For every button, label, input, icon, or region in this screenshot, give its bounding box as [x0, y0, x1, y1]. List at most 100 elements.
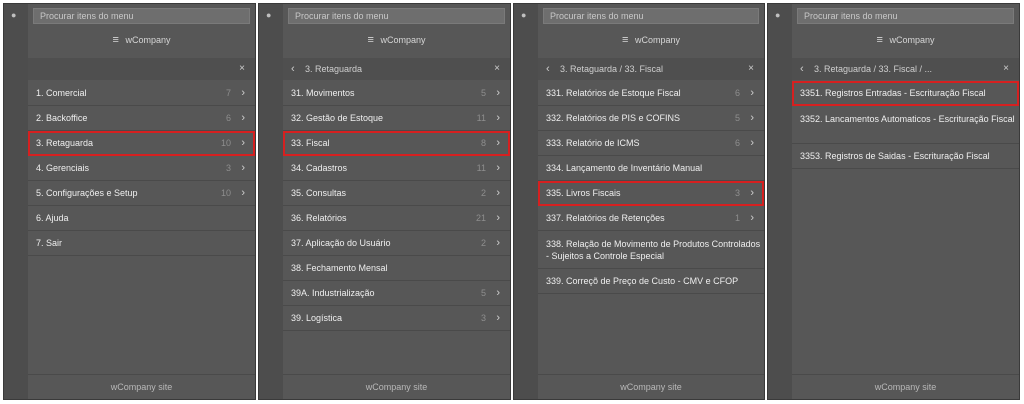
menu-item[interactable]: 31. Movimentos 5 › [283, 81, 510, 106]
menu-item[interactable]: 3352. Lancamentos Automaticos - Escritur… [792, 106, 1019, 144]
close-icon[interactable]: × [1003, 58, 1009, 80]
close-icon[interactable]: × [748, 58, 754, 80]
menu-item[interactable]: 337. Relatórios de Retenções 1 › [538, 206, 764, 231]
menu-item-label: 35. Consultas [291, 188, 347, 198]
home-icon[interactable]: ● [266, 10, 271, 20]
menu-item-label: 31. Movimentos [291, 88, 355, 98]
menu-list: 31. Movimentos 5 › 32. Gestão de Estoque 11 ›… [283, 81, 510, 331]
screenshot-root: ● Procurar itens do menu ≡ wCompany × 1.… [0, 0, 1024, 404]
search-input[interactable]: Procurar itens do menu [543, 8, 759, 24]
hamburger-icon[interactable]: ≡ [113, 34, 119, 46]
footer-link[interactable]: wCompany site [28, 374, 255, 399]
menu-item[interactable]: 32. Gestão de Estoque 11 › [283, 106, 510, 131]
menu-item[interactable]: 338. Relação de Movimento de Produtos Co… [538, 231, 764, 269]
home-icon[interactable]: ● [521, 10, 526, 20]
back-chevron-icon[interactable]: ‹ [800, 58, 804, 80]
menu-item-count: 10 [220, 188, 231, 198]
menu-item-label: 3352. Lancamentos Automaticos - Escritur… [800, 114, 1015, 124]
app-title: wCompany [889, 35, 935, 45]
menu-item-count: 1 [734, 213, 740, 223]
back-chevron-icon[interactable]: ‹ [291, 58, 295, 80]
home-icon[interactable]: ● [11, 10, 16, 20]
hamburger-icon[interactable]: ≡ [622, 34, 628, 46]
menu-title: ≡ wCompany [28, 34, 255, 46]
menu-item-label: 333. Relatório de ICMS [546, 138, 640, 148]
breadcrumb[interactable]: 3. Retaguarda [305, 58, 362, 80]
chevron-right-icon: › [496, 287, 500, 299]
chevron-right-icon: › [496, 312, 500, 324]
menu-item[interactable]: 34. Cadastros 11 › [283, 156, 510, 181]
menu-item[interactable]: 331. Relatórios de Estoque Fiscal 6 › [538, 81, 764, 106]
menu-item[interactable]: 37. Aplicação do Usuário 2 › [283, 231, 510, 256]
side-gutter: ● [259, 4, 283, 399]
app-title: wCompany [380, 35, 426, 45]
menu-item[interactable]: 333. Relatório de ICMS 6 › [538, 131, 764, 156]
search-input[interactable]: Procurar itens do menu [288, 8, 505, 24]
menu-item[interactable]: 1. Comercial 7 › [28, 81, 255, 106]
menu-list: 331. Relatórios de Estoque Fiscal 6 › 332. … [538, 81, 764, 294]
chevron-right-icon: › [241, 137, 245, 149]
menu-item-label: 331. Relatórios de Estoque Fiscal [546, 88, 681, 98]
menu-item-count: 5 [480, 88, 486, 98]
footer-link[interactable]: wCompany site [283, 374, 510, 399]
hamburger-icon[interactable]: ≡ [877, 34, 883, 46]
home-icon[interactable]: ● [775, 10, 780, 20]
footer-link[interactable]: wCompany site [538, 374, 764, 399]
menu-panel: ● Procurar itens do menu ≡ wCompany × 1.… [3, 3, 256, 400]
search-input[interactable]: Procurar itens do menu [33, 8, 250, 24]
chevron-right-icon: › [241, 87, 245, 99]
menu-item[interactable]: 339. Correçõ de Preço de Custo - CMV e C… [538, 269, 764, 294]
menu-item-label: 4. Gerenciais [36, 163, 90, 173]
menu-item[interactable]: 334. Lançamento de Inventário Manual [538, 156, 764, 181]
menu-item[interactable]: 39. Logística 3 › [283, 306, 510, 331]
menu-item[interactable]: 3351. Registros Entradas - Escrituração … [792, 81, 1019, 106]
menu-item-label: 3351. Registros Entradas - Escrituração … [800, 88, 986, 98]
menu-item[interactable]: 3353. Registros de Saidas - Escrituração… [792, 144, 1019, 169]
breadcrumb[interactable]: 3. Retaguarda / 33. Fiscal [560, 58, 663, 80]
hamburger-icon[interactable]: ≡ [368, 34, 374, 46]
menu-item-label: 5. Configurações e Setup [36, 188, 138, 198]
breadcrumb-bar: ‹ 3. Retaguarda / 33. Fiscal / ... × [792, 58, 1019, 80]
footer-link[interactable]: wCompany site [792, 374, 1019, 399]
menu-item-count: 6 [734, 88, 740, 98]
menu-title: ≡ wCompany [538, 34, 764, 46]
menu-item[interactable]: 4. Gerenciais 3 › [28, 156, 255, 181]
menu-item[interactable]: 38. Fechamento Mensal [283, 256, 510, 281]
back-chevron-icon[interactable]: ‹ [546, 58, 550, 80]
menu-item-count: 8 [480, 138, 486, 148]
chevron-right-icon: › [496, 237, 500, 249]
menu-item-label: 339. Correçõ de Preço de Custo - CMV e C… [546, 276, 739, 286]
menu-item-count: 5 [480, 288, 486, 298]
menu-list: 3351. Registros Entradas - Escrituração … [792, 81, 1019, 169]
menu-item[interactable]: 35. Consultas 2 › [283, 181, 510, 206]
chevron-right-icon: › [750, 87, 754, 99]
menu-item[interactable]: 6. Ajuda [28, 206, 255, 231]
menu-item-label: 337. Relatórios de Retenções [546, 213, 665, 223]
menu-item[interactable]: 3. Retaguarda 10 › [28, 131, 255, 156]
menu-item-count: 6 [734, 138, 740, 148]
menu-item-label: 6. Ajuda [36, 213, 69, 223]
menu-item[interactable]: 5. Configurações e Setup 10 › [28, 181, 255, 206]
menu-item[interactable]: 33. Fiscal 8 › [283, 131, 510, 156]
menu-item-label: 34. Cadastros [291, 163, 348, 173]
menu-item[interactable]: 332. Relatórios de PIS e COFINS 5 › [538, 106, 764, 131]
menu-main: Procurar itens do menu ≡ wCompany ‹ 3. R… [538, 4, 764, 399]
menu-item[interactable]: 36. Relatórios 21 › [283, 206, 510, 231]
menu-item[interactable]: 335. Livros Fiscais 3 › [538, 181, 764, 206]
menu-item-label: 33. Fiscal [291, 138, 330, 148]
menu-item-count: 2 [480, 238, 486, 248]
menu-list: 1. Comercial 7 › 2. Backoffice 6 › 3. Retaguar… [28, 81, 255, 256]
chevron-right-icon: › [496, 212, 500, 224]
menu-item-label: 32. Gestão de Estoque [291, 113, 384, 123]
menu-item[interactable]: 2. Backoffice 6 › [28, 106, 255, 131]
side-gutter: ● [514, 4, 538, 399]
close-icon[interactable]: × [239, 58, 245, 80]
menu-item[interactable]: 7. Sair [28, 231, 255, 256]
close-icon[interactable]: × [494, 58, 500, 80]
menu-item-count: 3 [734, 188, 740, 198]
breadcrumb[interactable]: 3. Retaguarda / 33. Fiscal / ... [814, 58, 932, 80]
menu-item[interactable]: 39A. Industrialização 5 › [283, 281, 510, 306]
menu-panel: ● Procurar itens do menu ≡ wCompany ‹ 3.… [513, 3, 765, 400]
search-input[interactable]: Procurar itens do menu [797, 8, 1014, 24]
menu-item-label: 335. Livros Fiscais [546, 188, 621, 198]
